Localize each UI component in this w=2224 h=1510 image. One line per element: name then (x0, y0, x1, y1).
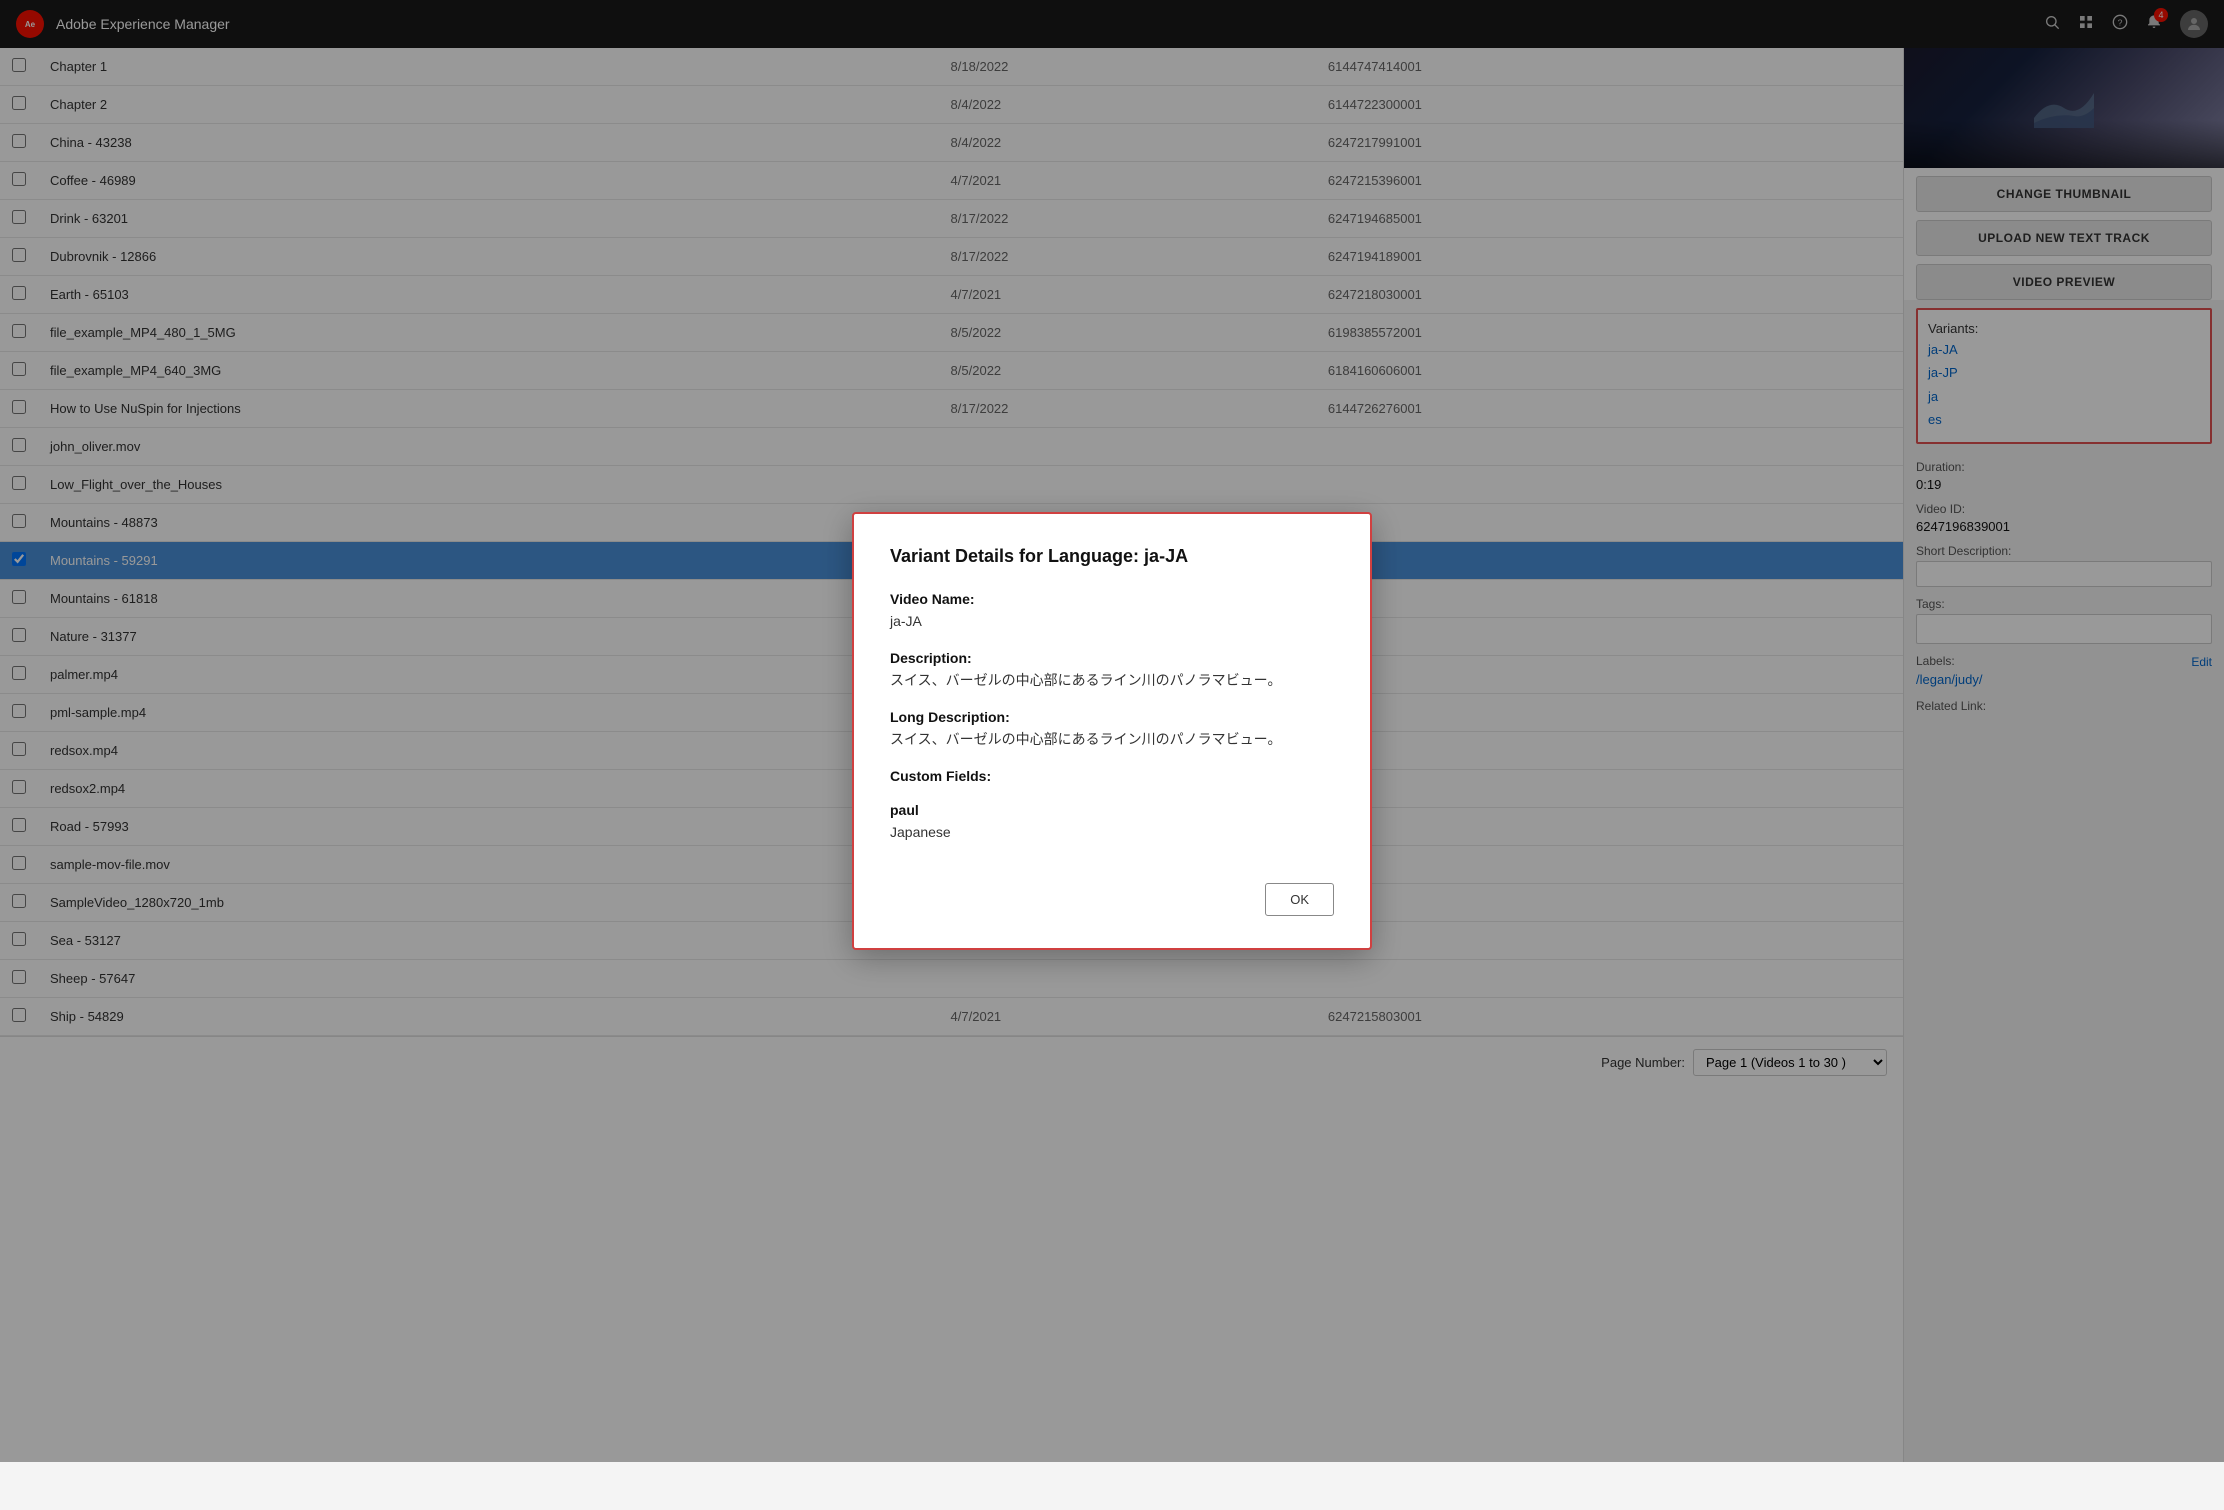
modal-description-value: スイス、バーゼルの中心部にあるライン川のパノラマビュー。 (890, 670, 1334, 691)
modal-footer: OK (890, 867, 1334, 916)
modal-custom-fields-field: Custom Fields: (890, 768, 1334, 784)
modal-custom-fields-label: Custom Fields: (890, 768, 1334, 784)
modal-long-desc-field: Long Description: スイス、バーゼルの中心部にあるライン川のパノ… (890, 709, 1334, 750)
modal-paul-value: Japanese (890, 822, 1334, 843)
modal-description-label: Description: (890, 650, 1334, 666)
modal-video-name-value: ja-JA (890, 611, 1334, 632)
modal-paul-label: paul (890, 802, 1334, 818)
modal-long-desc-value: スイス、バーゼルの中心部にあるライン川のパノラマビュー。 (890, 729, 1334, 750)
modal-dialog: Variant Details for Language: ja-JA Vide… (852, 512, 1372, 950)
modal-video-name-field: Video Name: ja-JA (890, 591, 1334, 632)
modal-paul-field: paul Japanese (890, 802, 1334, 843)
modal-long-desc-label: Long Description: (890, 709, 1334, 725)
modal-description-field: Description: スイス、バーゼルの中心部にあるライン川のパノラマビュー… (890, 650, 1334, 691)
modal-overlay[interactable]: Variant Details for Language: ja-JA Vide… (0, 0, 2224, 1462)
modal-title: Variant Details for Language: ja-JA (890, 546, 1334, 567)
modal-video-name-label: Video Name: (890, 591, 1334, 607)
modal-ok-button[interactable]: OK (1265, 883, 1334, 916)
